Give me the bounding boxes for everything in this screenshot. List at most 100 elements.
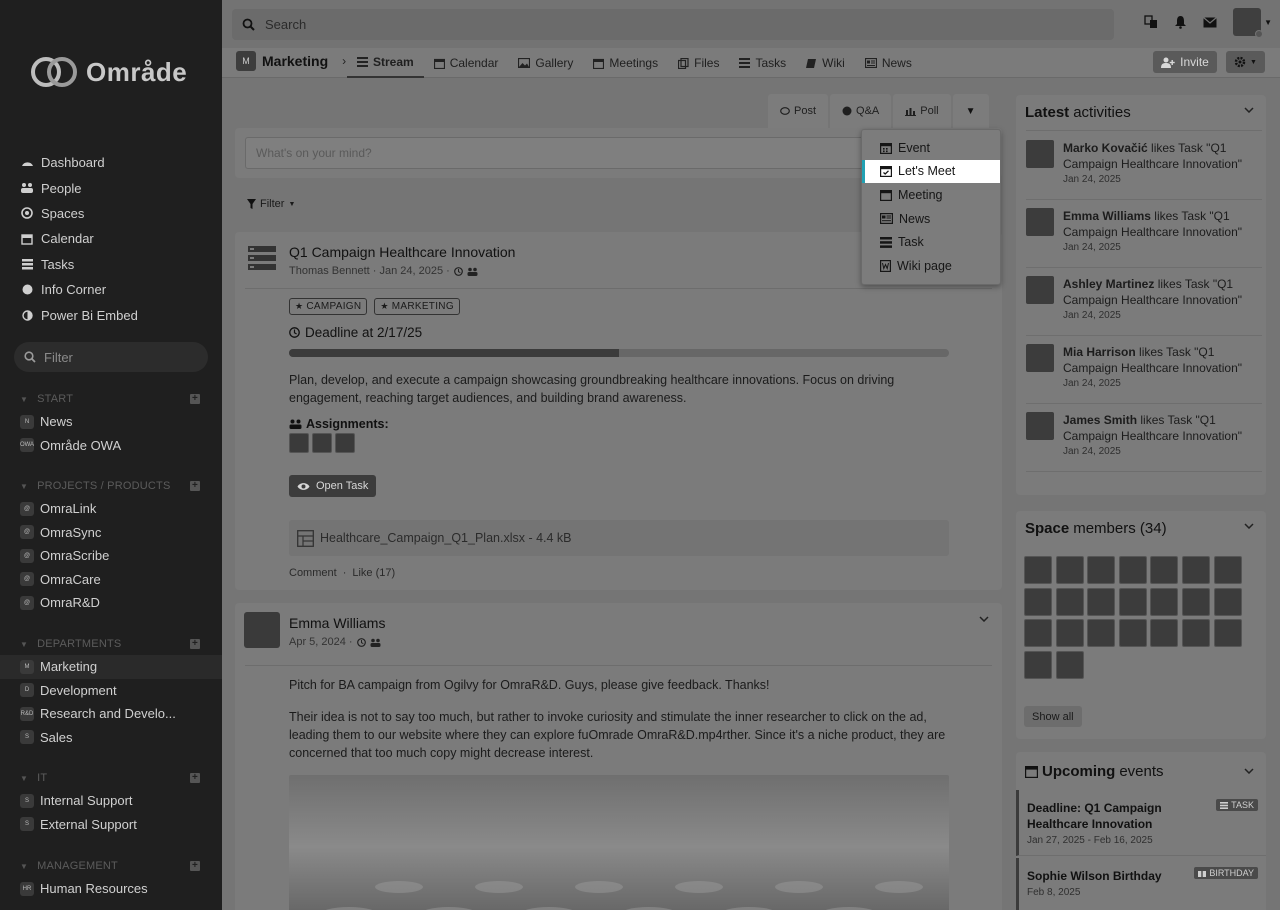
space-item-marketing[interactable]: M Marketing xyxy=(0,655,222,679)
group-header[interactable]: ▼ MANAGEMENT + xyxy=(0,855,222,877)
space-item-sales[interactable]: S Sales xyxy=(0,726,222,750)
tab-tasks[interactable]: Tasks xyxy=(729,48,796,78)
space-item-news[interactable]: N News xyxy=(0,410,222,434)
space-item-research[interactable]: R&D Research and Develo... xyxy=(0,702,222,726)
nav-info-corner[interactable]: Info Corner xyxy=(0,277,222,302)
avatar[interactable] xyxy=(1087,587,1116,616)
space-item-omracare[interactable]: @ OmraCare xyxy=(0,568,222,592)
avatar[interactable] xyxy=(1024,619,1052,648)
space-item-development[interactable]: D Development xyxy=(0,679,222,703)
avatar[interactable] xyxy=(1118,587,1147,616)
space-item-omralink[interactable]: @ OmraLink xyxy=(0,497,222,521)
nav-people[interactable]: People xyxy=(0,175,222,200)
avatar[interactable] xyxy=(1055,587,1084,616)
space-item-internal-support[interactable]: S Internal Support xyxy=(0,789,222,813)
avatar[interactable] xyxy=(1055,556,1084,584)
more-content-types-button[interactable]: ▼ xyxy=(952,94,989,128)
group-header[interactable]: ▼ DEPARTMENTS + xyxy=(0,633,222,655)
bell-icon[interactable] xyxy=(1174,15,1187,29)
user-menu[interactable]: ▼ xyxy=(1233,8,1272,38)
activity-item[interactable]: Mia Harrison likes Task "Q1 Campaign Hea… xyxy=(1026,336,1262,404)
open-task-button[interactable]: Open Task xyxy=(289,475,377,497)
mail-icon[interactable] xyxy=(1203,16,1217,28)
nav-power-bi[interactable]: Power Bi Embed xyxy=(0,302,222,327)
avatar[interactable] xyxy=(1024,650,1052,679)
space-item-omrasync[interactable]: @ OmraSync xyxy=(0,521,222,545)
activity-item[interactable]: James Smith likes Task "Q1 Campaign Heal… xyxy=(1026,404,1262,472)
space-item-external-support[interactable]: S External Support xyxy=(0,813,222,837)
avatar[interactable] xyxy=(335,433,355,453)
chevron-down-icon[interactable] xyxy=(979,616,989,622)
logo[interactable]: Område xyxy=(30,56,187,88)
avatar[interactable] xyxy=(1213,556,1242,584)
file-attachment[interactable]: Healthcare_Campaign_Q1_Plan.xlsx - 4.4 k… xyxy=(289,520,949,556)
chevron-down-icon[interactable] xyxy=(1244,523,1254,529)
add-space-icon[interactable]: + xyxy=(190,861,200,871)
menu-item-task[interactable]: Task xyxy=(862,230,1000,254)
avatar[interactable] xyxy=(1181,619,1210,648)
avatar[interactable] xyxy=(1024,556,1052,584)
avatar[interactable] xyxy=(244,612,280,648)
activity-item[interactable]: Emma Williams likes Task "Q1 Campaign He… xyxy=(1026,200,1262,268)
avatar[interactable] xyxy=(1150,587,1179,616)
nav-dashboard[interactable]: Dashboard xyxy=(0,150,222,175)
avatar[interactable] xyxy=(289,433,309,453)
space-item-omrade-owa[interactable]: OWA Område OWA xyxy=(0,434,222,458)
group-header[interactable]: ▼ IT + xyxy=(0,767,222,789)
menu-item-wiki-page[interactable]: Wiki page xyxy=(862,254,1000,278)
add-space-icon[interactable]: + xyxy=(190,481,200,491)
space-item-omrascribe[interactable]: @ OmraScribe xyxy=(0,544,222,568)
nav-tasks[interactable]: Tasks xyxy=(0,252,222,277)
avatar[interactable] xyxy=(1150,619,1179,648)
tab-stream[interactable]: Stream xyxy=(347,48,424,78)
menu-item-news[interactable]: News xyxy=(862,207,1000,231)
add-space-icon[interactable]: + xyxy=(190,639,200,649)
group-header[interactable]: ▼ START + xyxy=(0,388,222,410)
tab-wiki[interactable]: Wiki xyxy=(796,48,855,78)
like-link[interactable]: Like (17) xyxy=(352,567,395,579)
post-author[interactable]: Emma Williams xyxy=(289,615,385,631)
tab-qa[interactable]: Q&A xyxy=(830,94,892,128)
menu-item-lets-meet[interactable]: Let's Meet xyxy=(862,159,1000,184)
tab-news[interactable]: News xyxy=(855,48,922,78)
nav-spaces[interactable]: Spaces xyxy=(0,201,222,226)
tab-files[interactable]: Files xyxy=(668,48,729,78)
event-item[interactable]: Sophie Wilson Birthday Feb 8, 2025 BIRTH… xyxy=(1016,858,1266,910)
show-all-members-button[interactable]: Show all xyxy=(1024,706,1082,727)
group-header[interactable]: ▼ PROJECTS / PRODUCTS + xyxy=(0,475,222,497)
event-item[interactable]: Deadline: Q1 Campaign Healthcare Innovat… xyxy=(1016,790,1266,856)
menu-item-meeting[interactable]: Meeting xyxy=(862,183,1000,207)
invite-button[interactable]: Invite xyxy=(1153,51,1217,73)
avatar[interactable] xyxy=(1213,587,1242,616)
avatar[interactable] xyxy=(1087,619,1116,648)
tag-badge[interactable]: ★ MARKETING xyxy=(374,298,460,315)
tab-calendar[interactable]: Calendar xyxy=(424,48,509,78)
post-title[interactable]: Q1 Campaign Healthcare Innovation xyxy=(289,244,515,260)
space-breadcrumb[interactable]: M Marketing › xyxy=(236,51,346,71)
avatar[interactable] xyxy=(1181,556,1210,584)
avatar[interactable] xyxy=(1150,556,1179,584)
avatar[interactable] xyxy=(1118,556,1147,584)
translate-icon[interactable] xyxy=(1144,15,1158,29)
stream-filter-button[interactable]: Filter ▼ xyxy=(247,198,295,210)
add-space-icon[interactable]: + xyxy=(190,773,200,783)
avatar[interactable] xyxy=(312,433,332,453)
search-input[interactable]: Search xyxy=(232,9,1114,40)
menu-item-event[interactable]: Event xyxy=(862,136,1000,160)
space-settings-button[interactable]: ▼ xyxy=(1226,51,1265,73)
add-space-icon[interactable]: + xyxy=(190,394,200,404)
post-image[interactable] xyxy=(289,775,949,910)
tab-meetings[interactable]: Meetings xyxy=(583,48,668,78)
tab-post[interactable]: Post xyxy=(768,94,829,128)
space-item-omrard[interactable]: @ OmraR&D xyxy=(0,591,222,615)
chevron-down-icon[interactable] xyxy=(1244,107,1254,113)
tag-badge[interactable]: ★ CAMPAIGN xyxy=(289,298,368,315)
tab-poll[interactable]: Poll xyxy=(893,94,951,128)
activity-item[interactable]: Marko Kovačić likes Task "Q1 Campaign He… xyxy=(1026,132,1262,200)
avatar[interactable] xyxy=(1055,650,1084,679)
space-item-human-resources[interactable]: HR Human Resources xyxy=(0,877,222,901)
tab-gallery[interactable]: Gallery xyxy=(508,48,583,78)
composer-input[interactable]: What's on your mind? xyxy=(245,137,865,169)
avatar[interactable] xyxy=(1213,619,1242,648)
activity-item[interactable]: Ashley Martinez likes Task "Q1 Campaign … xyxy=(1026,268,1262,336)
